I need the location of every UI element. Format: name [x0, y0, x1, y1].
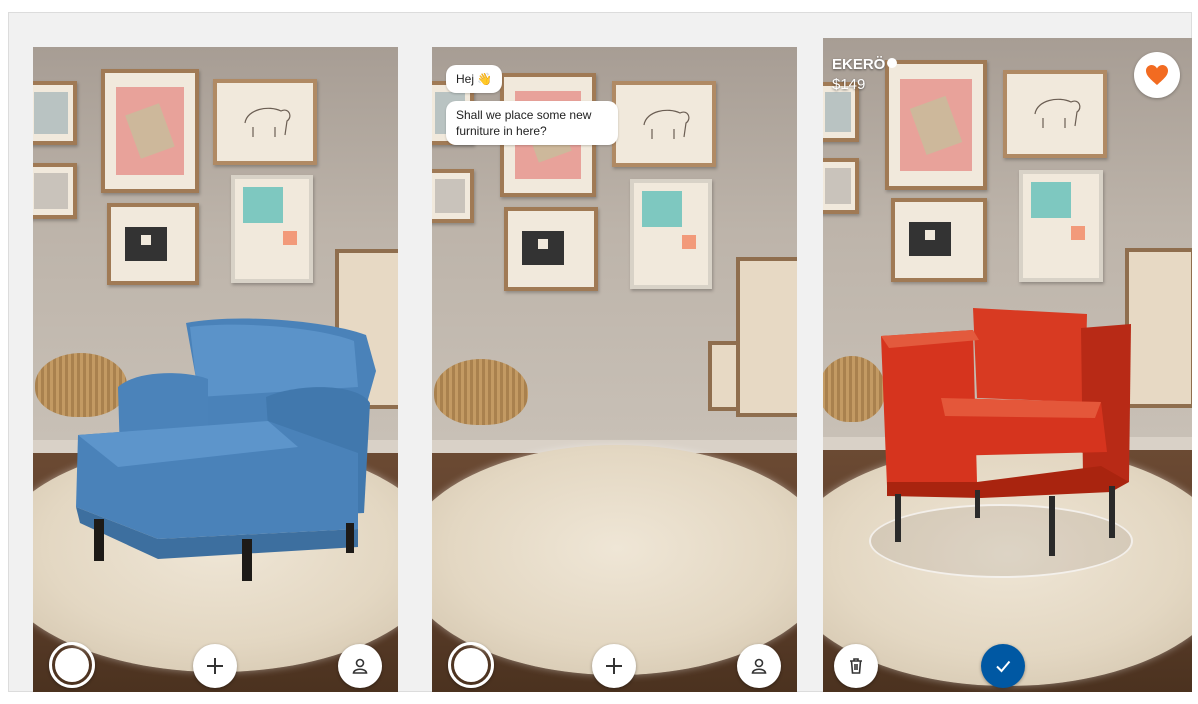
- add-furniture-button[interactable]: [193, 644, 237, 688]
- leaning-frame: [736, 257, 797, 417]
- shag-rug: [432, 445, 797, 675]
- wall-frame: [107, 203, 199, 285]
- person-icon: [751, 658, 767, 674]
- wall-frame: [432, 169, 474, 223]
- info-icon[interactable]: [887, 58, 898, 68]
- wall-frame: [231, 175, 313, 283]
- blue-armchair[interactable]: [58, 317, 378, 582]
- wall-frame: [213, 79, 317, 165]
- wall-frame: [885, 60, 987, 190]
- product-price: $149: [832, 76, 866, 93]
- wall-frame: [101, 69, 199, 193]
- plus-icon: [606, 658, 622, 674]
- product-name[interactable]: EKERÖ: [832, 56, 898, 73]
- product-name-text: EKERÖ: [832, 56, 886, 73]
- trash-icon: [850, 658, 862, 674]
- heart-icon: [1146, 65, 1168, 85]
- add-furniture-button[interactable]: [592, 644, 636, 688]
- capture-button[interactable]: [49, 642, 95, 688]
- capture-button[interactable]: [448, 642, 494, 688]
- profile-button[interactable]: [737, 644, 781, 688]
- screen-blue-armchair: [33, 47, 398, 692]
- wall-frame: [33, 163, 77, 219]
- leaning-frame: [1125, 248, 1192, 408]
- rattan-pouf: [434, 359, 528, 425]
- favorite-button[interactable]: [1134, 52, 1180, 98]
- wall-frame: [630, 179, 712, 289]
- wall-frame: [33, 81, 77, 145]
- wall-frame: [504, 207, 598, 291]
- wall-frame: [823, 158, 859, 214]
- wall-frame: [891, 198, 987, 282]
- wall-frame: [1019, 170, 1103, 282]
- screen-empty-room: Hej 👋 Shall we place some new furniture …: [432, 47, 797, 692]
- person-icon: [352, 658, 368, 674]
- capture-circle-icon: [55, 648, 89, 682]
- chat-message-bubble: Shall we place some new furniture in her…: [446, 101, 618, 145]
- chat-greeting-bubble: Hej 👋: [446, 65, 503, 93]
- checkmark-icon: [996, 660, 1011, 673]
- confirm-placement-button[interactable]: [981, 644, 1025, 688]
- wall-frame: [1003, 70, 1107, 158]
- profile-button[interactable]: [338, 644, 382, 688]
- plus-icon: [207, 658, 223, 674]
- wall-frame: [612, 81, 716, 167]
- screen-red-armchair: EKERÖ $149: [823, 38, 1192, 692]
- capture-circle-icon: [454, 648, 488, 682]
- red-armchair[interactable]: [881, 306, 1131, 556]
- delete-button[interactable]: [834, 644, 878, 688]
- rattan-pouf: [823, 356, 885, 422]
